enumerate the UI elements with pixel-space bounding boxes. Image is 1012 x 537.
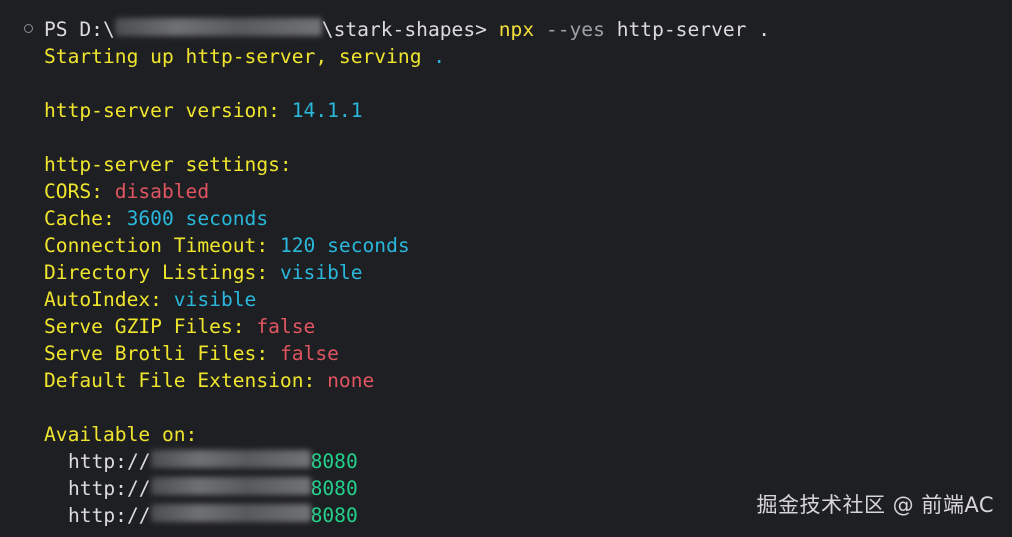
setting-label: Directory Listings: [44,261,280,284]
settings-list: CORS: disabled Cache: 3600 seconds Connect… [0,178,1012,394]
setting-row: Serve GZIP Files: false [0,313,1012,340]
setting-value: visible [279,261,363,284]
version-value: 14.1.1 [291,99,363,122]
setting-label: Cache: [44,207,127,230]
setting-label: Connection Timeout: [44,234,280,257]
setting-label: AutoIndex: [44,288,174,311]
address-port: 8080 [310,504,358,527]
prompt-marker-icon [24,24,33,33]
address-port: 8080 [310,450,358,473]
address-scheme: http:// [68,477,151,500]
redacted-ip: x [150,504,311,522]
setting-value: false [279,342,339,365]
address-port: 8080 [310,477,358,500]
setting-label: Serve GZIP Files: [44,315,257,338]
setting-value: none [327,369,375,392]
setting-label: Serve Brotli Files: [44,342,280,365]
redacted-ip: x [150,477,311,495]
setting-value: visible [173,288,257,311]
address-scheme: http:// [68,504,151,527]
setting-value: 3600 seconds [126,207,269,230]
version-line: http-server version: 14.1.1 [0,97,1012,124]
terminal-window[interactable]: PS D:\x\stark-shapes> npx --yes http-ser… [0,0,1012,537]
setting-row: Cache: 3600 seconds [0,205,1012,232]
setting-value: 120 seconds [279,234,410,257]
command-rest: http-server . [616,18,771,41]
version-label: http-server version: [44,99,292,122]
setting-label: CORS: [44,180,115,203]
command-flag: --yes [545,18,605,41]
address-scheme: http:// [68,450,151,473]
prompt-path-suffix: \stark-shapes> [321,18,499,41]
command-npx: npx [498,18,535,41]
setting-value: false [256,315,316,338]
watermark: 掘金技术社区 @ 前端AC [756,493,994,517]
setting-value: disabled [114,180,210,203]
prompt-line: PS D:\x\stark-shapes> npx --yes http-ser… [0,16,1012,43]
redacted-ip: x [150,450,311,468]
setting-row: Default File Extension: none [0,367,1012,394]
setting-row: CORS: disabled [0,178,1012,205]
settings-header: http-server settings: [44,153,292,176]
starting-line: Starting up http-server, serving . [0,43,1012,70]
setting-row: Serve Brotli Files: false [0,340,1012,367]
setting-row: Directory Listings: visible [0,259,1012,286]
setting-row: AutoIndex: visible [0,286,1012,313]
setting-row: Connection Timeout: 120 seconds [0,232,1012,259]
redacted-path: x [114,18,322,36]
prompt-prefix: PS D:\ [44,18,115,41]
address-row[interactable]: http://x8080 [0,448,1012,475]
available-header: Available on: [44,423,198,446]
serving-dir: . [433,45,446,68]
starting-text: Starting up http-server, serving [44,45,434,68]
setting-label: Default File Extension: [44,369,328,392]
